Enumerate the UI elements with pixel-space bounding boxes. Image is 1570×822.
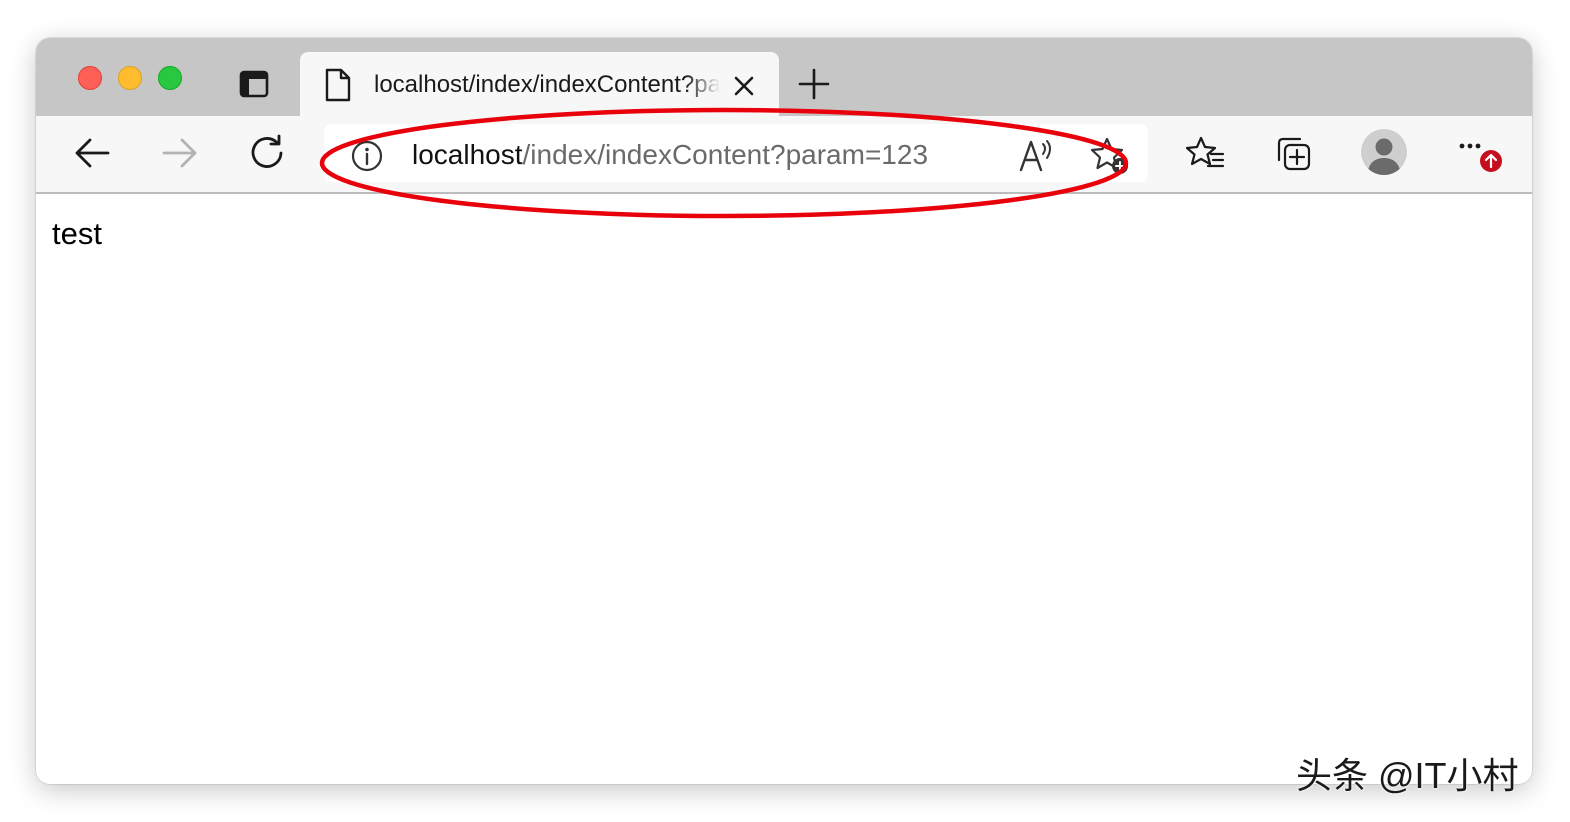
minimize-window-button[interactable]: [118, 66, 142, 90]
new-tab-icon[interactable]: [796, 66, 832, 102]
browser-window: localhost/index/indexContent?param=123: [36, 38, 1532, 784]
tab-actions-icon[interactable]: [236, 68, 272, 100]
refresh-icon[interactable]: [248, 133, 288, 173]
read-aloud-icon[interactable]: [1018, 136, 1058, 176]
watermark: 头条 @IT小村: [1296, 755, 1519, 796]
page-body-text: test: [52, 216, 102, 251]
tab-bar: localhost/index/indexContent?param=123: [36, 38, 1532, 118]
tab-title: localhost/index/indexContent?param=123: [374, 71, 720, 98]
tab-close-icon[interactable]: [732, 74, 756, 98]
page-icon: [324, 68, 352, 102]
add-favorite-icon[interactable]: [1090, 136, 1130, 176]
tab-active[interactable]: localhost/index/indexContent?param=123: [300, 52, 779, 118]
more-options-button[interactable]: [1454, 134, 1506, 178]
url-text[interactable]: localhost/index/indexContent?param=123: [412, 136, 928, 174]
close-window-button[interactable]: [78, 66, 102, 90]
site-info-icon[interactable]: [350, 139, 384, 173]
address-bar[interactable]: localhost/index/indexContent?param=123: [324, 124, 1148, 182]
url-host: localhost: [412, 139, 523, 170]
profile-avatar[interactable]: [1361, 129, 1407, 175]
forward-icon[interactable]: [160, 133, 200, 173]
zoom-window-button[interactable]: [158, 66, 182, 90]
toolbar: localhost/index/indexContent?param=123: [36, 116, 1532, 194]
url-path: /index/indexContent?param=123: [522, 139, 929, 170]
collections-icon[interactable]: [1274, 134, 1314, 174]
back-icon[interactable]: [72, 133, 112, 173]
update-badge: [1480, 150, 1502, 172]
update-arrow-icon: [1484, 153, 1498, 169]
favorites-icon[interactable]: [1185, 134, 1226, 174]
page-content: test: [36, 194, 1532, 784]
